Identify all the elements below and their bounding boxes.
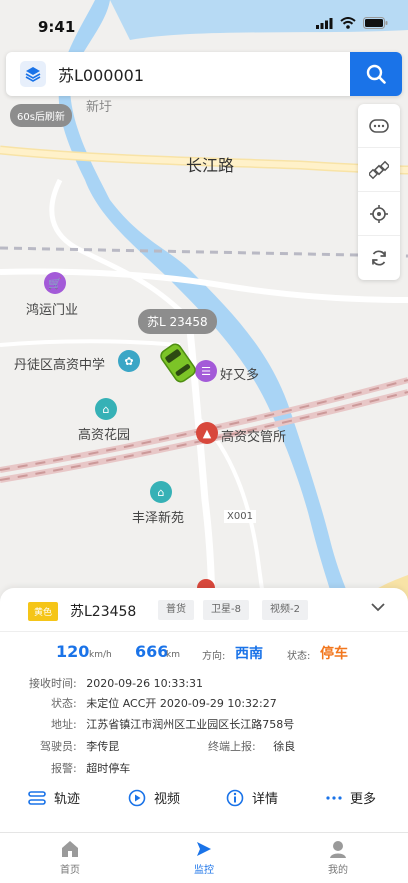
search-icon xyxy=(366,64,386,84)
tab-home-label: 首页 xyxy=(60,865,80,876)
locate-icon xyxy=(370,204,388,223)
driver-row: 驾驶员: 李传昆 xyxy=(40,738,119,754)
alarm-value: 超时停车 xyxy=(86,762,131,775)
plate-color-badge: 黄色 xyxy=(28,602,59,621)
status-label: 状态: xyxy=(51,697,77,710)
track-label: 轨迹 xyxy=(54,792,81,807)
detail-button[interactable]: 详情 xyxy=(226,788,278,807)
track-icon xyxy=(28,790,46,805)
more-dots-icon xyxy=(326,795,342,800)
address-row: 地址: 江苏省镇江市润州区工业园区长江路758号 xyxy=(51,716,294,732)
search-button[interactable] xyxy=(350,52,402,96)
more-label: 更多 xyxy=(350,792,377,807)
address-label: 地址: xyxy=(51,718,77,731)
message-tool-button[interactable] xyxy=(358,104,400,148)
map-label-gaozi-garden: 高资花园 xyxy=(78,428,131,443)
search-bar: 苏L000001 xyxy=(6,52,402,96)
recv-time-label: 接收时间: xyxy=(29,677,77,690)
battery-icon xyxy=(363,17,388,29)
bottom-tab-bar: 首页 监控 我的 xyxy=(0,832,408,883)
mileage-unit: km xyxy=(166,650,180,660)
track-button[interactable]: 轨迹 xyxy=(28,788,80,807)
chevron-down-icon[interactable] xyxy=(370,600,386,614)
map-label-police: 高资交管所 xyxy=(221,430,287,445)
status-bar: 9:41 xyxy=(0,0,408,44)
monitor-icon xyxy=(197,842,211,856)
driver-label: 驾驶员: xyxy=(40,740,77,753)
home-icon xyxy=(62,841,78,857)
video-label: 视频 xyxy=(154,792,181,807)
speed-value: 120 xyxy=(56,642,90,661)
school-icon[interactable]: ✿ xyxy=(118,350,140,372)
map-label-school: 丹徒区高资中学 xyxy=(14,358,106,373)
tab-home[interactable]: 首页 xyxy=(40,839,100,876)
map-label-xinyu: 新圩 xyxy=(86,100,113,115)
terminal-row: 终端上报: 徐良 xyxy=(208,738,295,754)
satellite-tool-button[interactable] xyxy=(358,148,400,192)
refresh-countdown[interactable]: 60s后刷新 xyxy=(10,104,72,127)
search-input[interactable]: 苏L000001 xyxy=(58,62,350,86)
vehicle-plate-bubble[interactable]: 苏L 23458 xyxy=(138,309,217,334)
card-header: 黄色 苏L23458 普货 卫星-8 视频-2 xyxy=(0,588,408,632)
vehicle-info-card: 黄色 苏L23458 普货 卫星-8 视频-2 120 km/h 666 km … xyxy=(0,588,408,832)
action-bar: 轨迹 视频 详情 更多 xyxy=(0,788,408,818)
police-icon[interactable]: ▲ xyxy=(196,422,218,444)
tag-satellite: 卫星-8 xyxy=(203,600,249,620)
speed-unit: km/h xyxy=(89,650,112,660)
detail-label: 详情 xyxy=(252,792,279,807)
residence-icon-2[interactable]: ⌂ xyxy=(150,481,172,503)
recv-time-value: 2020-09-26 10:33:31 xyxy=(86,677,204,690)
status-row: 状态: 未定位 ACC开 2020-09-29 10:32:27 xyxy=(51,695,277,711)
map-label-road: 长江路 xyxy=(186,156,235,175)
user-icon xyxy=(330,841,346,858)
speed-row: 120 km/h 666 km 方向: 西南 状态: 停车 xyxy=(0,642,408,664)
refresh-icon xyxy=(372,250,386,266)
mileage-value: 666 xyxy=(135,642,169,661)
info-icon xyxy=(226,789,244,806)
map-label-hongyun: 鸿运门业 xyxy=(26,303,79,318)
residence-icon-1[interactable]: ⌂ xyxy=(95,398,117,420)
map-label-fengze: 丰泽新苑 xyxy=(132,511,185,526)
map-label-youyouduo: 好又多 xyxy=(220,368,260,383)
locate-tool-button[interactable] xyxy=(358,192,400,236)
play-icon xyxy=(128,789,146,806)
chat-icon xyxy=(369,118,389,133)
address-value: 江苏省镇江市润州区工业园区长江路758号 xyxy=(86,718,295,731)
vehicle-plate: 苏L23458 xyxy=(70,604,137,620)
tab-mine-label: 我的 xyxy=(328,865,348,876)
map-tools xyxy=(358,104,400,280)
recv-time-row: 接收时间: 2020-09-26 10:33:31 xyxy=(29,675,203,691)
wifi-icon xyxy=(340,17,356,29)
tab-monitor[interactable]: 监控 xyxy=(174,839,234,876)
tab-mine[interactable]: 我的 xyxy=(308,839,368,876)
refresh-tool-button[interactable] xyxy=(358,236,400,280)
layers-icon[interactable] xyxy=(20,61,46,87)
direction-value: 西南 xyxy=(235,646,263,662)
satellite-icon xyxy=(369,160,389,179)
tag-video: 视频-2 xyxy=(262,600,308,620)
map-label-x001: X001 xyxy=(224,510,256,523)
status-time: 9:41 xyxy=(38,18,76,36)
direction-label: 方向: xyxy=(202,651,226,662)
video-button[interactable]: 视频 xyxy=(128,788,180,807)
driver-value: 李传昆 xyxy=(86,740,120,753)
terminal-value: 徐良 xyxy=(273,740,296,753)
state-label: 状态: xyxy=(287,651,311,662)
shop-icon[interactable]: 🛒 xyxy=(44,272,66,294)
signal-icon xyxy=(316,17,333,29)
terminal-label: 终端上报: xyxy=(208,740,256,753)
alarm-label: 报警: xyxy=(51,762,77,775)
status-value: 未定位 ACC开 2020-09-29 10:32:27 xyxy=(86,697,277,710)
tab-monitor-label: 监控 xyxy=(194,865,214,876)
tag-cargo: 普货 xyxy=(158,600,194,620)
alarm-row: 报警: 超时停车 xyxy=(51,760,130,776)
more-button[interactable]: 更多 xyxy=(326,788,376,807)
state-value: 停车 xyxy=(320,646,348,662)
